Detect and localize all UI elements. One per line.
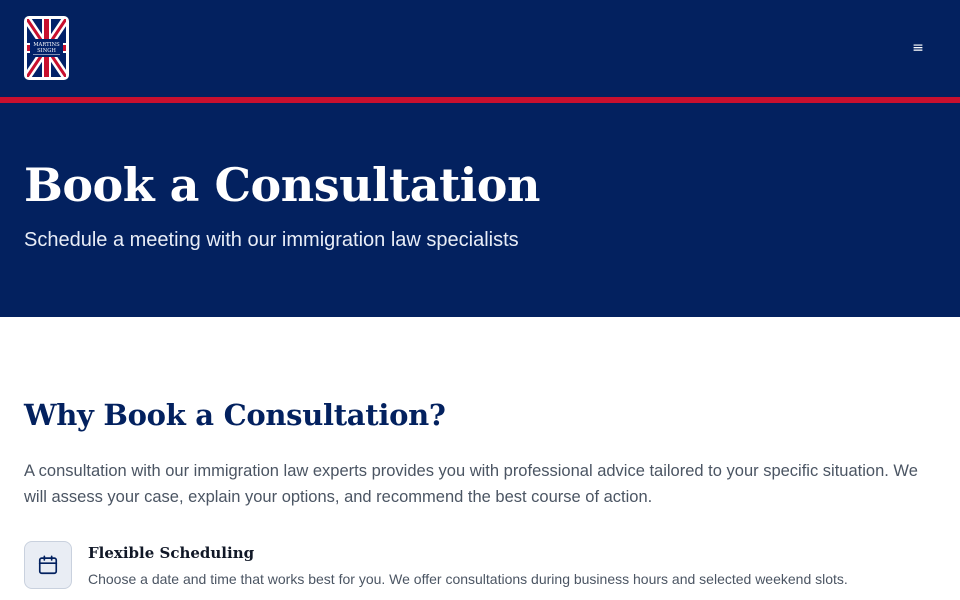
union-jack-logo-icon: MARTINS SINGH xyxy=(27,19,66,77)
intro-paragraph: A consultation with our immigration law … xyxy=(24,462,918,506)
calendar-icon xyxy=(24,541,72,589)
section-title: Why Book a Consultation? xyxy=(24,398,446,432)
logo-text-line-2: SINGH xyxy=(37,48,56,54)
page-title: Book a Consultation xyxy=(24,158,540,212)
firm-logo[interactable]: MARTINS SINGH xyxy=(24,16,69,80)
page-subtitle: Schedule a meeting with our immigration … xyxy=(24,229,519,251)
feature-description: Choose a date and time that works best f… xyxy=(88,571,848,587)
hamburger-menu-icon[interactable]: ≡ xyxy=(906,37,930,59)
site-header: MARTINS SINGH ≡ xyxy=(0,0,960,97)
hero-banner: Book a Consultation Schedule a meeting w… xyxy=(0,103,960,317)
feature-title: Flexible Scheduling xyxy=(88,544,255,562)
